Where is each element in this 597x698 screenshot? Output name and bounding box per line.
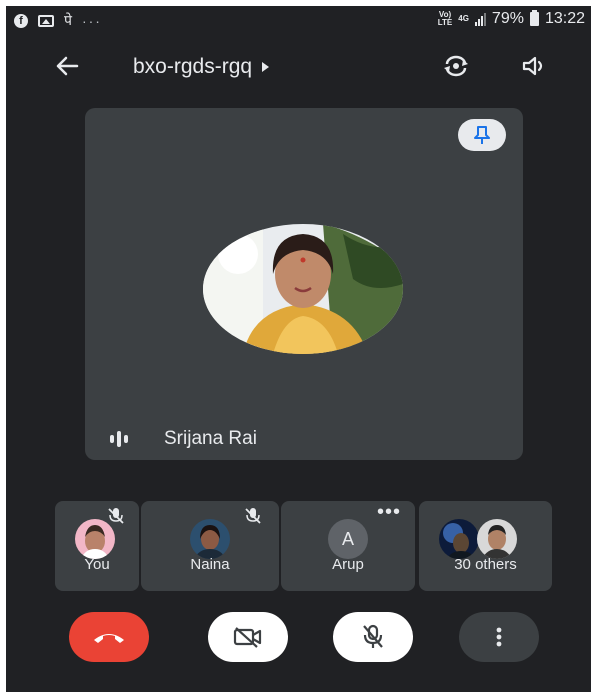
switch-camera-button[interactable] (439, 51, 473, 81)
avatar: A (328, 519, 368, 559)
speaking-indicator-icon (110, 431, 128, 447)
mic-toggle-button[interactable] (333, 612, 413, 662)
gallery-icon (38, 14, 54, 27)
back-button[interactable] (52, 52, 82, 80)
more-dots-icon: ··· (81, 12, 102, 29)
phone-hangup-icon (94, 634, 124, 643)
network-type-icon: 4G (458, 14, 469, 23)
call-header: bxo-rgds-rgq (6, 46, 591, 86)
volte-icon: Vo) LTE (437, 10, 453, 27)
mic-off-icon (245, 508, 261, 524)
participant-tile-arup[interactable]: ••• A Arup (281, 501, 415, 591)
battery-percent: 79% (491, 10, 524, 27)
participant-label: Naina (190, 556, 230, 573)
participant-tile-others[interactable]: 30 others (419, 501, 552, 591)
participant-label: You (84, 556, 110, 573)
speaker-avatar (203, 224, 403, 354)
status-bar: f पे ··· Vo) LTE 4G 79% 13:22 (6, 6, 591, 34)
devanagari-app-icon: पे (64, 13, 72, 29)
participant-tile-naina[interactable]: Naina (141, 501, 279, 591)
clock: 13:22 (544, 10, 585, 27)
battery-icon (529, 10, 539, 26)
more-vert-icon (496, 627, 502, 647)
pin-button[interactable] (458, 119, 506, 151)
video-off-icon (233, 627, 262, 648)
mic-off-icon (363, 624, 383, 648)
meet-call-screen: f पे ··· Vo) LTE 4G 79% 13:22 bxo-rgds-rg… (6, 6, 591, 692)
participant-tile-you[interactable]: You (55, 501, 139, 591)
avatar (190, 519, 230, 559)
signal-icon (474, 12, 486, 26)
more-horizontal-icon[interactable]: ••• (377, 502, 401, 522)
participant-label: 30 others (454, 556, 517, 573)
end-call-button[interactable] (69, 612, 149, 662)
participant-label: Arup (332, 556, 364, 573)
camera-toggle-button[interactable] (208, 612, 288, 662)
status-right-icons: Vo) LTE 4G 79% 13:22 (438, 10, 585, 28)
avatar (439, 519, 479, 559)
pin-icon (474, 126, 490, 144)
facebook-icon: f (14, 13, 28, 28)
status-left-icons: f पे ··· (14, 11, 102, 30)
meeting-code: bxo-rgds-rgq (133, 55, 253, 78)
mic-off-icon (108, 508, 124, 524)
caret-right-icon (262, 62, 270, 72)
speaker-icon (522, 56, 543, 76)
speaker-button[interactable] (518, 51, 552, 81)
avatar (477, 519, 517, 559)
more-options-button[interactable] (459, 612, 539, 662)
speaker-name: Srijana Rai (164, 428, 257, 449)
back-arrow-icon (56, 56, 79, 76)
meeting-info-button[interactable]: bxo-rgds-rgq (133, 55, 270, 79)
main-speaker-tile[interactable]: Srijana Rai (85, 108, 523, 460)
avatar (75, 519, 115, 559)
switch-camera-icon (444, 55, 468, 77)
